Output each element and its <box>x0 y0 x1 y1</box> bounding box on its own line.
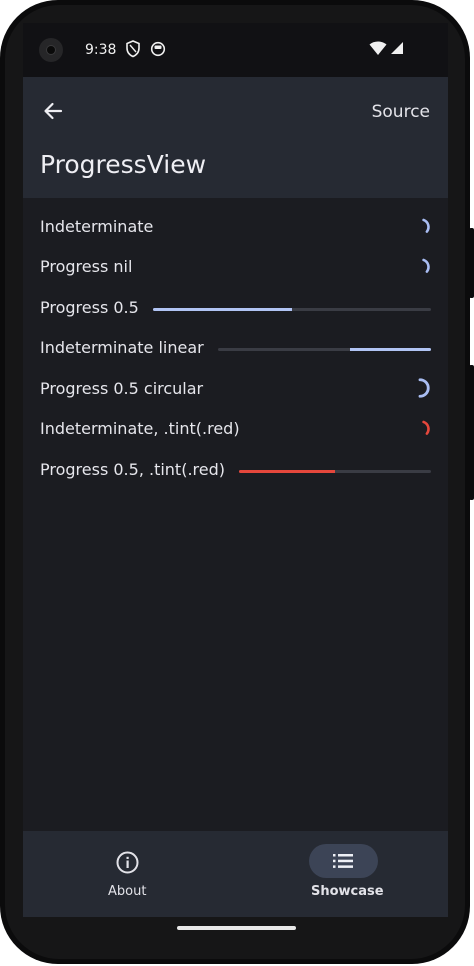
app-bar: Source ProgressView <box>23 77 448 198</box>
status-bar: 9:38 <box>23 23 448 77</box>
page-title: ProgressView <box>40 150 207 179</box>
progress-row-label: Progress 0.5 circular <box>40 379 204 398</box>
list-icon <box>333 854 353 868</box>
progress-row: Progress 0.5, .tint(.red) <box>40 455 431 485</box>
volume-button <box>469 228 474 298</box>
info-circle-icon <box>116 851 139 874</box>
progress-row-label: Progress 0.5 <box>40 298 139 317</box>
progress-arc <box>422 218 430 233</box>
progress-row: Indeterminate <box>40 212 431 242</box>
circular-progress <box>418 378 430 398</box>
linear-progress-bar <box>239 470 431 473</box>
linear-progress-bar <box>218 348 431 351</box>
progress-arc <box>422 258 430 273</box>
power-button <box>469 365 474 500</box>
nav-item-showcase[interactable]: Showcase <box>273 831 413 917</box>
linear-progress-fill <box>153 308 292 311</box>
linear-progress-fill <box>239 470 335 473</box>
progress-row: Progress nil <box>40 252 431 282</box>
progress-row-label: Progress nil <box>40 257 133 276</box>
progress-row-label: Indeterminate linear <box>40 338 204 357</box>
progress-row-label: Progress 0.5, .tint(.red) <box>40 460 225 479</box>
bottom-navigation: About Showcase <box>23 831 448 917</box>
front-camera <box>39 38 63 62</box>
source-button[interactable]: Source <box>372 102 430 122</box>
circular-progress-spinner <box>422 420 430 435</box>
gesture-handle[interactable] <box>177 926 296 930</box>
progress-arc <box>418 378 430 398</box>
nav-label-about: About <box>108 884 147 899</box>
linear-progress-bar <box>153 308 431 311</box>
app-notification-icon <box>150 41 166 57</box>
wifi-icon <box>369 41 387 55</box>
screen: 9:38 Source ProgressView Indeterminate Pr… <box>23 23 448 917</box>
status-time: 9:38 <box>85 42 117 58</box>
progress-row: Indeterminate, .tint(.red) <box>40 414 431 444</box>
progress-row-label: Indeterminate, .tint(.red) <box>40 419 240 438</box>
linear-progress-fill <box>350 348 431 351</box>
progress-row: Progress 0.5 circular <box>40 374 431 404</box>
progress-row: Progress 0.5 <box>40 293 431 323</box>
shield-icon <box>126 40 140 58</box>
back-arrow-icon[interactable] <box>39 97 67 125</box>
progress-row: Indeterminate linear <box>40 333 431 363</box>
nav-label-showcase: Showcase <box>311 884 384 899</box>
progress-row-label: Indeterminate <box>40 217 154 236</box>
cellular-signal-icon <box>391 42 403 54</box>
progress-arc <box>422 420 430 435</box>
nav-item-about[interactable]: About <box>63 831 193 917</box>
circular-progress-spinner <box>422 258 430 273</box>
circular-progress-spinner <box>422 218 430 233</box>
